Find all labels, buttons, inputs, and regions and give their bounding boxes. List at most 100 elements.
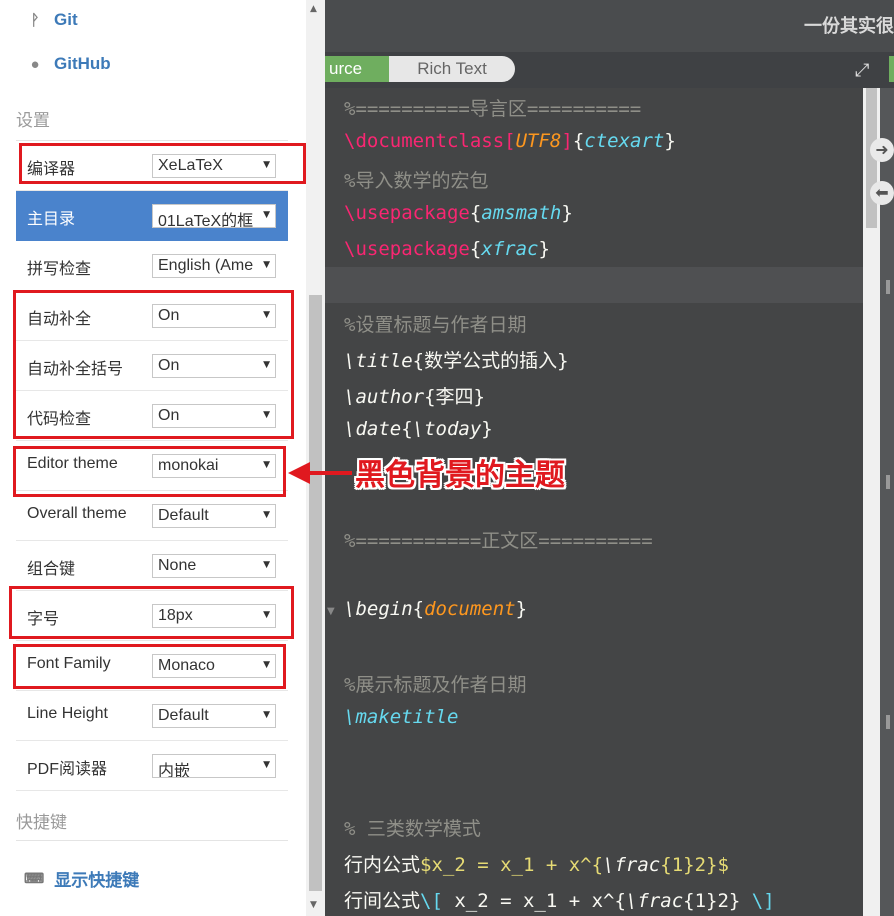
resize-handle[interactable] — [886, 475, 890, 489]
fold-arrow-icon[interactable]: ▼ — [327, 606, 335, 617]
code-line: 行内公式$x_2 = x_1 + x^{\frac{1}2}$ — [344, 850, 729, 877]
code-line: \documentclass[UTF8]{ctexart} — [344, 130, 676, 152]
select-value: Default — [158, 707, 209, 724]
code-line: %==========导言区========== — [344, 94, 641, 121]
command: \title — [344, 350, 413, 372]
settings-panel: ᚹ Git ● GitHub 设置 编译器 XeLaTeX ▼ 主目录 01LaT… — [0, 0, 325, 916]
keyboard-icon: ⌨ — [24, 870, 45, 886]
setting-label: 拼写检查 — [27, 261, 92, 278]
expand-icon[interactable]: ⤢ — [855, 60, 869, 81]
select-value: None — [158, 557, 197, 574]
scroll-down-icon[interactable]: ▼ — [310, 900, 317, 910]
code-scrollbar[interactable] — [863, 88, 880, 916]
keybindings-select[interactable]: None ▼ — [152, 554, 276, 578]
comment: % 三类数学模式 — [344, 818, 481, 840]
scrollbar-thumb[interactable] — [309, 295, 322, 891]
code-line: \usepackage{xfrac} — [344, 238, 550, 260]
comment: %设置标题与作者日期 — [344, 314, 527, 336]
code-line: \author{李四} — [344, 386, 485, 408]
plain-text: 行内公式 — [344, 854, 421, 876]
right-rail — [880, 88, 894, 916]
scroll-up-icon[interactable]: ▲ — [310, 4, 317, 14]
pdf-viewer-select[interactable]: 内嵌 ▼ — [152, 754, 276, 778]
math: $x_2 = x_1 + x^{ — [420, 854, 604, 876]
code-line: 行间公式\[ x_2 = x_1 + x^{\frac{1}2} \] — [344, 886, 775, 913]
github-link[interactable]: ● GitHub — [24, 54, 111, 74]
setting-line-height[interactable]: Line Height Default ▼ — [16, 691, 288, 741]
code-editor[interactable]: %==========导言区========== \documentclass[… — [325, 88, 863, 916]
current-line-highlight — [325, 267, 863, 303]
git-icon: ᚹ — [30, 11, 40, 29]
show-shortcuts-link[interactable]: ⌨ 显示快捷键 — [24, 866, 139, 891]
code-line: \maketitle — [344, 706, 458, 728]
math-delimiter: \[ — [420, 890, 443, 912]
highlight-box-editor-theme — [13, 446, 286, 497]
setting-main-document[interactable]: 主目录 01LaTeX的框 ▼ — [16, 191, 288, 241]
divider — [16, 840, 288, 841]
github-icon: ● — [30, 55, 40, 73]
plain-text: 行间公式 — [344, 890, 421, 912]
code-line: \date{\today} — [344, 418, 493, 440]
argument: amsmath — [481, 202, 562, 224]
setting-label: PDF阅读器 — [27, 761, 108, 778]
command: \author — [344, 386, 425, 408]
status-indicator — [889, 56, 894, 82]
resize-handle[interactable] — [886, 715, 890, 729]
argument: 数学公式的插入 — [424, 350, 558, 372]
comment: %==========导言区========== — [344, 98, 642, 120]
arrow-right-icon[interactable]: ➜ — [870, 138, 894, 162]
command: \maketitle — [344, 706, 459, 728]
argument: \today — [412, 418, 482, 440]
arrow-left-icon[interactable]: ⬅ — [870, 181, 894, 205]
select-value: 01LaTeX的框 — [158, 213, 254, 228]
settings-heading: 设置 — [16, 111, 50, 130]
github-label: GitHub — [54, 54, 111, 73]
code-line: %导入数学的宏包 — [344, 166, 488, 193]
code-line: %展示标题及作者日期 — [344, 670, 526, 697]
dropdown-arrow-icon: ▼ — [263, 710, 270, 720]
comment: %===========正文区========== — [344, 530, 653, 552]
comment: %展示标题及作者日期 — [344, 674, 527, 696]
setting-keybindings[interactable]: 组合键 None ▼ — [16, 541, 288, 591]
dropdown-arrow-icon: ▼ — [263, 560, 270, 570]
command: \usepackage — [344, 238, 470, 260]
spell-check-select[interactable]: English (Ame ▼ — [152, 254, 276, 278]
math: {1}2} — [683, 890, 752, 912]
main-document-select[interactable]: 01LaTeX的框 ▼ — [152, 204, 276, 228]
argument: ctexart — [584, 130, 665, 152]
dropdown-arrow-icon: ▼ — [263, 260, 270, 270]
setting-overall-theme[interactable]: Overall theme Default ▼ — [16, 491, 288, 541]
line-height-select[interactable]: Default ▼ — [152, 704, 276, 728]
code-line: %===========正文区========== — [344, 526, 653, 553]
math: {1}2}$ — [660, 854, 729, 876]
select-value: English (Ame — [158, 257, 254, 274]
comment: %导入数学的宏包 — [344, 170, 489, 192]
tab-rich-text[interactable]: Rich Text — [389, 56, 515, 82]
math: x_2 = x_1 + x^{ — [442, 890, 626, 912]
argument: 李四 — [435, 386, 474, 408]
setting-label: Line Height — [27, 705, 108, 722]
code-line: \begin{document} — [344, 598, 528, 620]
setting-label: 组合键 — [27, 561, 76, 578]
setting-label: 主目录 — [27, 211, 76, 228]
top-bar: 一份其实很 — [325, 0, 894, 52]
highlight-box-autocomplete — [13, 290, 294, 439]
setting-label: Overall theme — [27, 505, 127, 522]
command: \begin — [344, 598, 413, 620]
git-link[interactable]: ᚹ Git — [24, 10, 77, 30]
dropdown-arrow-icon: ▼ — [263, 210, 270, 220]
command: \frac — [603, 854, 661, 876]
show-shortcuts-label: 显示快捷键 — [54, 871, 140, 890]
highlight-box-compiler — [19, 143, 306, 184]
command: \frac — [625, 890, 684, 912]
setting-spell-check[interactable]: 拼写检查 English (Ame ▼ — [16, 241, 288, 291]
tab-source[interactable]: urce — [325, 56, 389, 82]
highlight-box-font-family — [13, 644, 286, 689]
resize-handle[interactable] — [886, 280, 890, 294]
setting-pdf-viewer[interactable]: PDF阅读器 内嵌 ▼ — [16, 741, 288, 791]
overall-theme-select[interactable]: Default ▼ — [152, 504, 276, 528]
document-title: 一份其实很 — [804, 16, 894, 36]
code-line: %设置标题与作者日期 — [344, 310, 526, 337]
select-value: 内嵌 — [158, 763, 191, 778]
option: UTF8 — [515, 130, 562, 152]
